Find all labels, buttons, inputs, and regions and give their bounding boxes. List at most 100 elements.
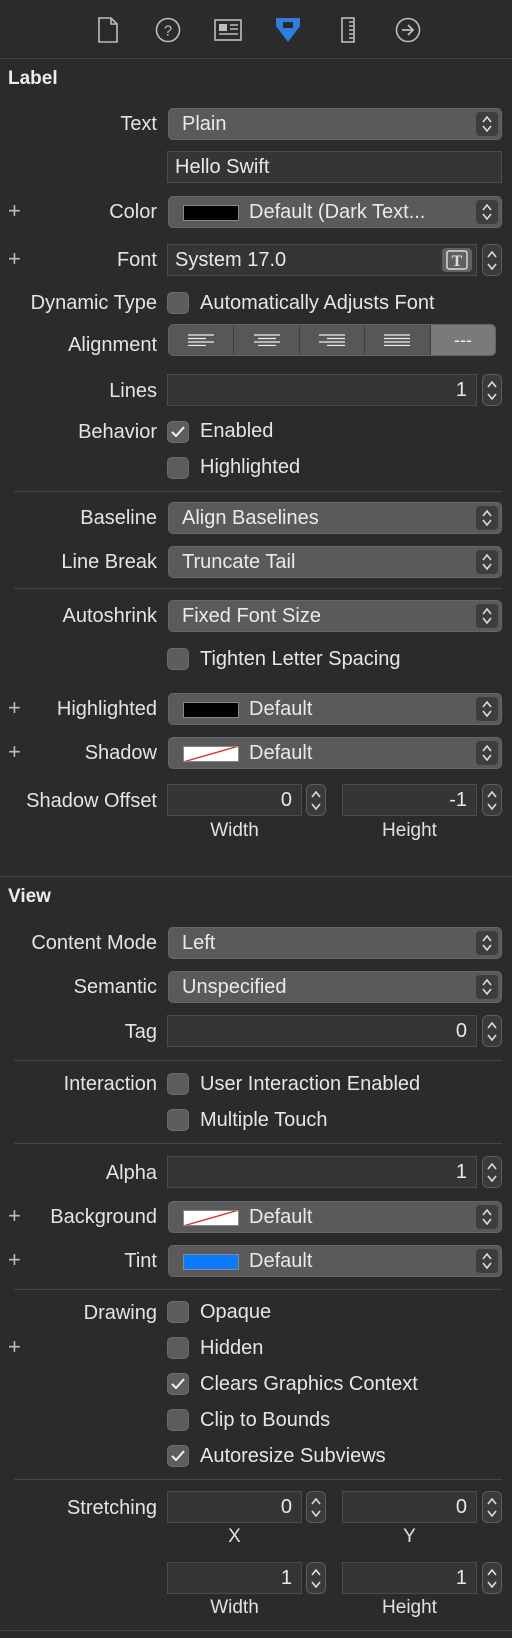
semantic-popup[interactable]: Unspecified	[168, 971, 502, 1003]
align-natural-label: ---	[453, 329, 472, 350]
font-picker-icon[interactable]: T	[442, 248, 472, 272]
popup-arrows-icon	[476, 931, 498, 955]
stretching-width-field[interactable]: 1	[167, 1562, 302, 1594]
divider	[14, 1143, 502, 1144]
stretching-height-stepper[interactable]	[482, 1562, 502, 1594]
line-break-label: Line Break	[61, 551, 157, 573]
divider	[14, 1289, 502, 1290]
text-content-field[interactable]: Hello Swift	[167, 151, 502, 183]
highlighted-color-label: Highlighted	[56, 698, 157, 720]
highlighted-color-popup[interactable]: Default	[168, 693, 502, 725]
tag-stepper[interactable]	[482, 1015, 502, 1047]
tag-label: Tag	[124, 1021, 157, 1043]
shadow-offset-width-field[interactable]: 0	[167, 784, 302, 816]
popup-arrows-icon	[476, 1249, 498, 1273]
color-label: Color	[109, 201, 157, 223]
lines-stepper[interactable]	[482, 374, 502, 406]
shadow-value: Default	[249, 742, 313, 764]
stretching-x-field[interactable]: 0	[167, 1491, 302, 1523]
font-field[interactable]: System 17.0 T	[167, 244, 477, 276]
add-variation-icon[interactable]: +	[8, 1249, 21, 1271]
tighten-letter-spacing-checkbox[interactable]	[167, 648, 189, 670]
content-mode-popup[interactable]: Left	[168, 927, 502, 959]
background-label: Background	[50, 1206, 157, 1228]
align-justify-icon[interactable]	[365, 325, 431, 355]
divider	[14, 1060, 502, 1061]
alignment-label: Alignment	[68, 334, 157, 356]
background-popup[interactable]: Default	[168, 1201, 502, 1233]
user-interaction-checkbox[interactable]	[167, 1073, 189, 1095]
file-icon[interactable]	[94, 16, 122, 44]
color-popup[interactable]: Default (Dark Text...	[168, 196, 502, 228]
attributes-icon[interactable]	[274, 16, 302, 44]
add-variation-icon[interactable]: +	[8, 248, 21, 270]
baseline-label: Baseline	[80, 507, 157, 529]
behavior-label: Behavior	[78, 421, 157, 443]
stretching-label: Stretching	[66, 1497, 157, 1519]
text-type-popup[interactable]: Plain	[168, 108, 502, 140]
add-variation-icon[interactable]: +	[8, 1205, 21, 1227]
shadow-offset-height-stepper[interactable]	[482, 784, 502, 816]
opaque-checkbox[interactable]	[167, 1301, 189, 1323]
autoresize-subviews-label: Autoresize Subviews	[200, 1445, 386, 1467]
enabled-label: Enabled	[200, 420, 274, 442]
shadow-offset-height-field[interactable]: -1	[342, 784, 477, 816]
popup-arrows-icon	[476, 604, 498, 628]
multiple-touch-label: Multiple Touch	[200, 1109, 328, 1131]
lines-field[interactable]: 1	[167, 374, 477, 406]
divider	[14, 491, 502, 492]
stretching-width-caption: Width	[210, 1597, 259, 1618]
clip-to-bounds-checkbox[interactable]	[167, 1409, 189, 1431]
clears-graphics-context-checkbox[interactable]	[167, 1373, 189, 1395]
add-variation-icon[interactable]: +	[8, 741, 21, 763]
align-center-icon[interactable]	[234, 325, 300, 355]
alpha-field[interactable]: 1	[167, 1156, 477, 1188]
align-natural-option[interactable]: ---	[430, 325, 495, 355]
divider	[14, 1479, 502, 1480]
stretching-x-stepper[interactable]	[306, 1491, 326, 1523]
baseline-value: Align Baselines	[182, 507, 319, 529]
align-left-icon[interactable]	[169, 325, 235, 355]
dynamic-type-checkbox[interactable]	[167, 292, 189, 314]
stretching-y-caption: Y	[403, 1526, 416, 1547]
alpha-stepper[interactable]	[482, 1156, 502, 1188]
no-color-swatch	[183, 746, 239, 762]
hidden-checkbox[interactable]	[167, 1337, 189, 1359]
stretching-y-stepper[interactable]	[482, 1491, 502, 1523]
multiple-touch-checkbox[interactable]	[167, 1109, 189, 1131]
stretching-width-stepper[interactable]	[306, 1562, 326, 1594]
size-icon[interactable]	[334, 16, 362, 44]
shadow-offset-height-value: -1	[449, 789, 467, 811]
color-swatch	[183, 205, 239, 221]
add-variation-icon[interactable]: +	[8, 1336, 21, 1358]
line-break-popup[interactable]: Truncate Tail	[168, 546, 502, 578]
highlighted-color-value: Default	[249, 698, 313, 720]
shadow-popup[interactable]: Default	[168, 737, 502, 769]
highlighted-checkbox[interactable]	[167, 457, 189, 479]
tag-field[interactable]: 0	[167, 1015, 477, 1047]
font-size-stepper[interactable]	[482, 244, 502, 276]
stretching-height-field[interactable]: 1	[342, 1562, 477, 1594]
align-right-icon[interactable]	[299, 325, 366, 355]
baseline-popup[interactable]: Align Baselines	[168, 502, 502, 534]
add-variation-icon[interactable]: +	[8, 200, 21, 222]
help-icon[interactable]: ?	[154, 16, 182, 44]
tint-popup[interactable]: Default	[168, 1245, 502, 1277]
autoshrink-value: Fixed Font Size	[182, 605, 321, 627]
identity-icon[interactable]	[214, 16, 242, 44]
connections-icon[interactable]	[394, 16, 422, 44]
color-value: Default (Dark Text...	[249, 201, 426, 223]
enabled-checkbox[interactable]	[167, 421, 189, 443]
add-variation-icon[interactable]: +	[8, 697, 21, 719]
stretching-y-field[interactable]: 0	[342, 1491, 477, 1523]
shadow-offset-width-stepper[interactable]	[306, 784, 326, 816]
popup-arrows-icon	[476, 975, 498, 999]
stretching-height-value: 1	[455, 1567, 467, 1589]
checkmark-icon	[171, 1378, 185, 1390]
tag-value: 0	[455, 1020, 467, 1042]
autoresize-subviews-checkbox[interactable]	[167, 1445, 189, 1467]
autoshrink-popup[interactable]: Fixed Font Size	[168, 600, 502, 632]
content-mode-value: Left	[182, 932, 216, 954]
stretching-height-caption: Height	[382, 1597, 437, 1618]
popup-arrows-icon	[476, 550, 498, 574]
